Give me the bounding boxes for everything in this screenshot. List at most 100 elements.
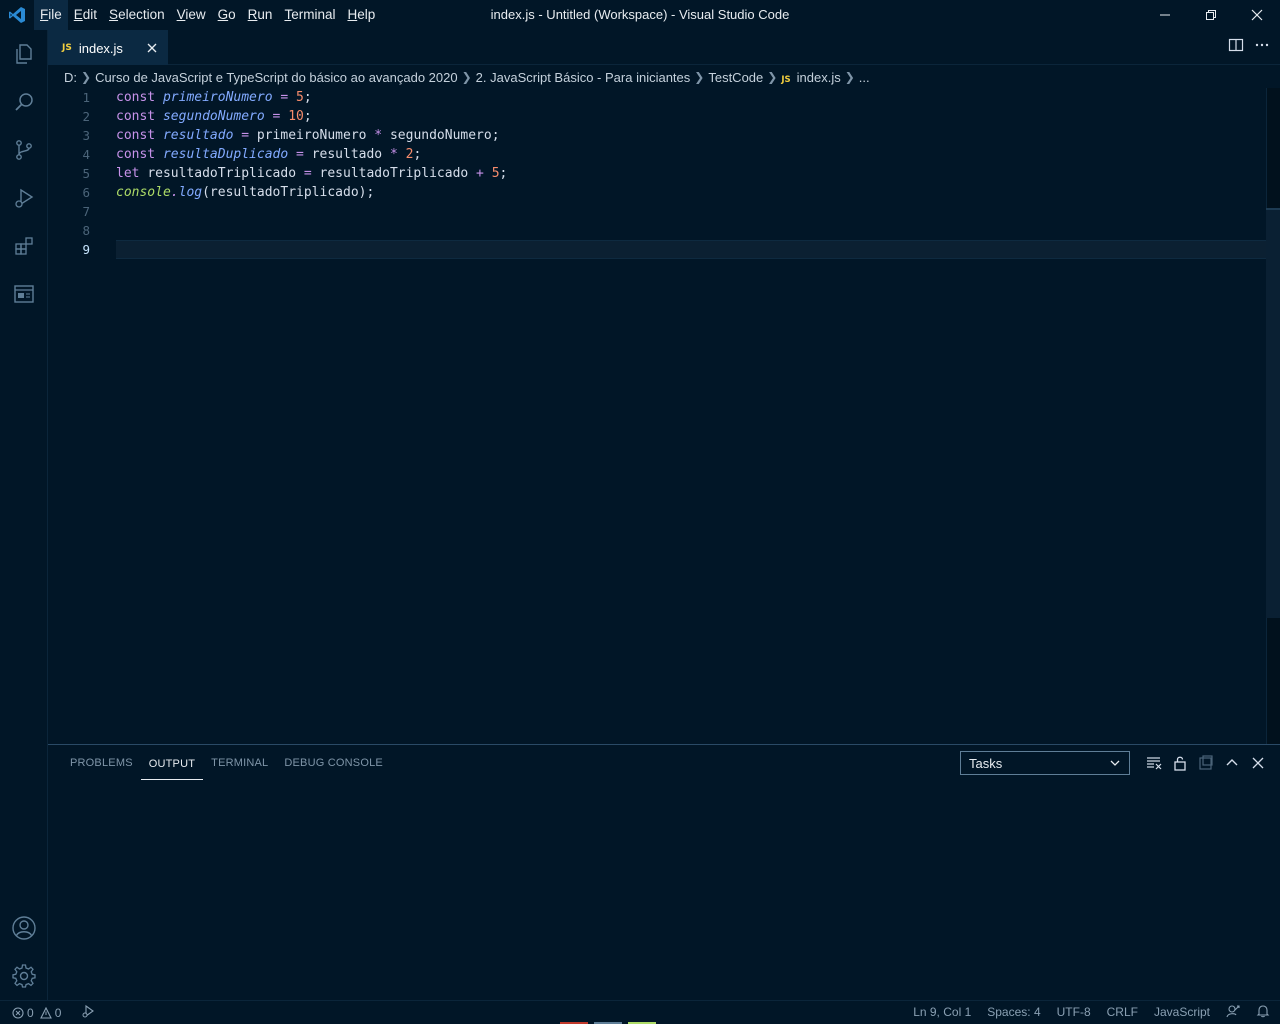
title-bar: File Edit Selection View Go Run Terminal… xyxy=(0,0,1280,30)
menu-terminal[interactable]: Terminal xyxy=(278,0,341,30)
tab-label: index.js xyxy=(78,40,123,56)
menu-edit[interactable]: Edit xyxy=(68,0,103,30)
extensions-button[interactable] xyxy=(0,222,48,270)
manage-button[interactable] xyxy=(0,952,48,1000)
run-button[interactable] xyxy=(81,1004,95,1021)
output-channel-value: Tasks xyxy=(969,755,1003,771)
error-icon xyxy=(12,1006,24,1019)
code-editor[interactable]: 1 2 3 4 5 6 7 8 9 const primeiroNumero =… xyxy=(48,88,1280,744)
activity-bar xyxy=(0,30,48,1000)
breadcrumb: D: ❯ Curso de JavaScript e TypeScript do… xyxy=(48,66,1280,88)
close-window-button[interactable] xyxy=(1234,0,1280,30)
code-area[interactable]: const primeiroNumero = 5; const segundoN… xyxy=(116,88,1266,259)
chevron-right-icon: ❯ xyxy=(81,70,92,84)
breadcrumb-symbols[interactable]: ... xyxy=(859,70,870,85)
line-number-gutter: 1 2 3 4 5 6 7 8 9 xyxy=(48,88,96,259)
ellipsis-icon xyxy=(1255,43,1269,47)
line-number: 1 xyxy=(82,90,90,105)
bottom-panel: PROBLEMS OUTPUT TERMINAL DEBUG CONSOLE T… xyxy=(48,744,1280,1000)
encoding[interactable]: UTF-8 xyxy=(1057,1005,1091,1019)
more-actions-button[interactable] xyxy=(1254,37,1270,58)
run-debug-icon xyxy=(15,188,34,208)
maximize-panel-button[interactable] xyxy=(1224,755,1240,771)
editor-scrollbar-thumb[interactable] xyxy=(1266,208,1280,618)
gear-icon xyxy=(12,964,36,988)
vscode-logo-icon xyxy=(0,0,34,30)
tab-output[interactable]: OUTPUT xyxy=(140,746,204,780)
feedback-button[interactable] xyxy=(1226,1004,1240,1021)
chevron-right-icon: ❯ xyxy=(767,70,778,84)
menu-go[interactable]: Go xyxy=(212,0,242,30)
line-number: 7 xyxy=(82,204,90,219)
language-mode[interactable]: JavaScript xyxy=(1154,1005,1210,1019)
line-number-active: 9 xyxy=(82,242,90,257)
tab-terminal[interactable]: TERMINAL xyxy=(203,745,276,781)
js-file-icon: JS xyxy=(781,74,791,85)
cursor-position[interactable]: Ln 9, Col 1 xyxy=(913,1005,971,1019)
files-icon xyxy=(16,44,32,64)
warning-icon xyxy=(39,1006,52,1019)
chevron-right-icon: ❯ xyxy=(844,70,855,84)
breadcrumb-folder-testcode[interactable]: TestCode xyxy=(708,70,763,85)
status-bar: 0 0 Ln 9, Col 1 Spaces: 4 UTF-8 CRLF Jav… xyxy=(0,1000,1280,1024)
notifications-button[interactable] xyxy=(1256,1004,1270,1021)
accounts-button[interactable] xyxy=(0,904,48,952)
editor-scrollbar[interactable] xyxy=(1266,88,1280,744)
menu-selection[interactable]: Selection xyxy=(103,0,171,30)
run-debug-button[interactable] xyxy=(0,174,48,222)
indentation[interactable]: Spaces: 4 xyxy=(987,1005,1040,1019)
bell-icon xyxy=(1256,1004,1270,1017)
menu-view[interactable]: View xyxy=(171,0,212,30)
tab-index-js[interactable]: JS index.js xyxy=(48,30,168,65)
breadcrumb-file[interactable]: JS index.js xyxy=(781,70,840,85)
menu-help[interactable]: Help xyxy=(341,0,381,30)
minimize-button[interactable] xyxy=(1142,0,1188,30)
breadcrumb-folder-module[interactable]: 2. JavaScript Básico - Para iniciantes xyxy=(476,70,691,85)
close-panel-button[interactable] xyxy=(1250,755,1266,771)
split-editor-icon xyxy=(1228,38,1244,52)
remote-explorer-button[interactable] xyxy=(0,270,48,318)
code-line: const resultado = primeiroNumero * segun… xyxy=(116,128,500,143)
status-right: Ln 9, Col 1 Spaces: 4 UTF-8 CRLF JavaScr… xyxy=(913,1001,1270,1023)
line-number: 2 xyxy=(82,109,90,124)
menu-file[interactable]: File xyxy=(34,0,68,30)
open-log-icon xyxy=(1199,755,1213,770)
search-icon xyxy=(15,93,33,111)
code-line: let resultadoTriplicado = resultadoTripl… xyxy=(116,166,508,181)
source-control-button[interactable] xyxy=(0,126,48,174)
line-number: 5 xyxy=(82,166,90,181)
problems-status[interactable]: 0 0 xyxy=(12,1006,61,1020)
js-file-icon: JS xyxy=(62,43,72,53)
restore-button[interactable] xyxy=(1188,0,1234,30)
menu-run[interactable]: Run xyxy=(242,0,279,30)
output-channel-select[interactable]: Tasks xyxy=(960,751,1130,775)
line-number: 4 xyxy=(82,147,90,162)
tab-close-button[interactable] xyxy=(144,40,160,56)
breadcrumb-drive[interactable]: D: xyxy=(64,70,77,85)
account-icon xyxy=(12,916,36,940)
editor-tab-bar: JS index.js xyxy=(48,30,1280,65)
end-of-line[interactable]: CRLF xyxy=(1107,1005,1138,1019)
explorer-button[interactable] xyxy=(0,30,48,78)
close-icon xyxy=(1251,9,1263,21)
lock-scroll-button[interactable] xyxy=(1172,755,1188,771)
unlock-icon xyxy=(1174,756,1186,771)
split-editor-button[interactable] xyxy=(1228,37,1244,58)
tab-problems[interactable]: PROBLEMS xyxy=(62,745,141,781)
breadcrumb-folder-course[interactable]: Curso de JavaScript e TypeScript do bási… xyxy=(95,70,458,85)
tab-debug-console[interactable]: DEBUG CONSOLE xyxy=(276,745,391,781)
source-control-icon xyxy=(16,140,32,160)
window-controls xyxy=(1142,0,1280,30)
panel-actions: Tasks xyxy=(960,751,1266,775)
restore-icon xyxy=(1206,10,1216,20)
search-button[interactable] xyxy=(0,78,48,126)
chevron-right-icon: ❯ xyxy=(694,70,705,84)
clear-output-button[interactable] xyxy=(1146,755,1162,771)
run-debug-icon xyxy=(82,1004,95,1018)
code-line: const segundoNumero = 10; xyxy=(116,109,312,124)
feedback-icon xyxy=(1226,1004,1240,1017)
code-line: const primeiroNumero = 5; xyxy=(116,90,312,105)
line-number: 6 xyxy=(82,185,90,200)
